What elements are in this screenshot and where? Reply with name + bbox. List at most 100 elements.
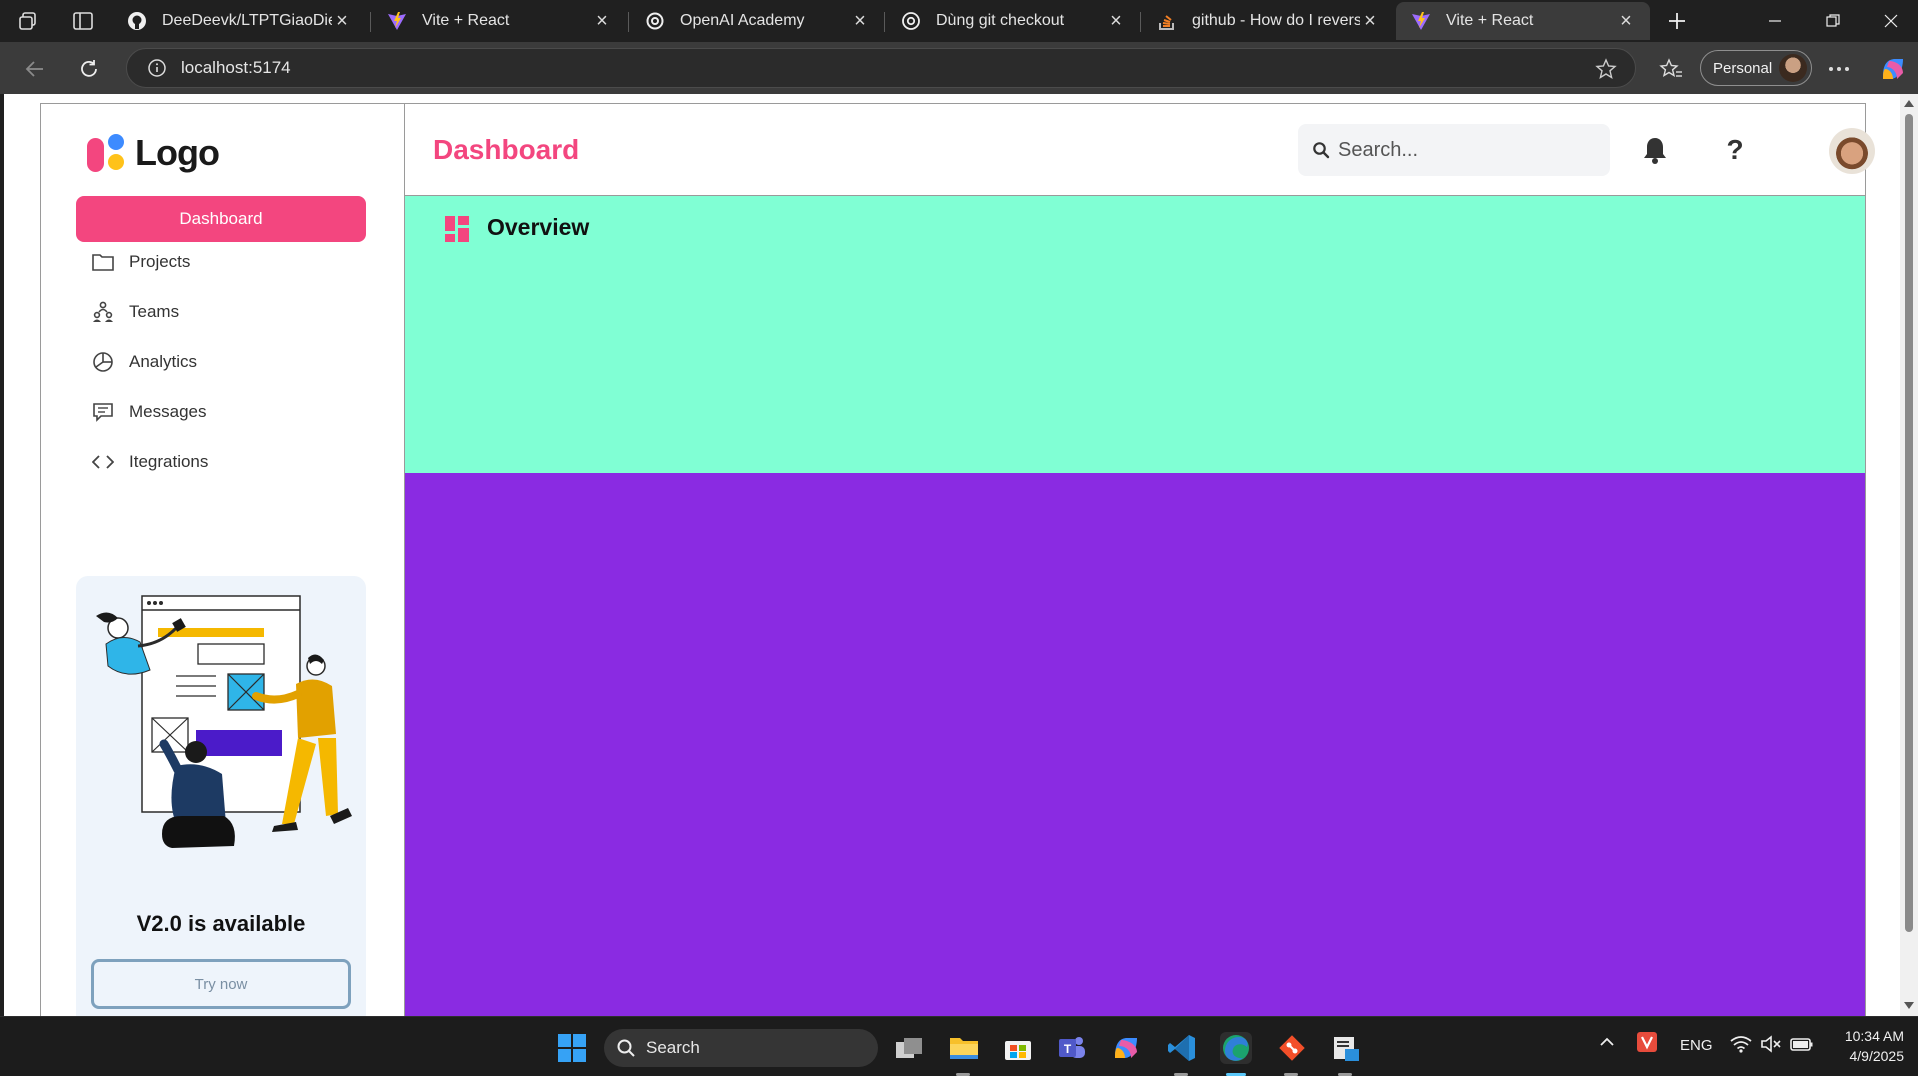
search-box[interactable] — [1298, 124, 1610, 176]
volume-muted-icon[interactable] — [1760, 1035, 1782, 1057]
tab-title: github - How do I reverse a — [1192, 12, 1360, 29]
workspaces-icon[interactable] — [18, 10, 42, 32]
browser-toolbar: localhost:5174 Personal — [0, 42, 1918, 94]
page-scrollbar[interactable] — [1900, 94, 1918, 1016]
taskbar-search-label: Search — [646, 1038, 700, 1057]
minimize-icon[interactable] — [1752, 6, 1798, 36]
code-icon — [91, 450, 115, 474]
upgrade-promo-card: V2.0 is available Try now — [76, 576, 366, 1016]
sidebar-item-label: Messages — [129, 402, 207, 421]
search-input[interactable] — [1338, 138, 1578, 162]
overview-section: Overview — [405, 196, 1865, 473]
vite-icon — [1410, 10, 1432, 32]
top-header: Dashboard ? — [405, 104, 1875, 196]
windows-start-icon[interactable] — [556, 1032, 588, 1064]
content-area — [405, 473, 1865, 1016]
git-gui-icon[interactable] — [1276, 1032, 1308, 1064]
back-arrow-icon[interactable] — [18, 52, 52, 86]
sidebar-item-analytics[interactable]: Analytics — [91, 347, 197, 377]
tab-title: DeeDeevk/LTPTGiaoDien_N — [162, 12, 332, 29]
system-clock[interactable]: 10:34 AM 4/9/2025 — [1820, 1026, 1904, 1066]
sidebar-item-label: Analytics — [129, 352, 198, 371]
browser-tab-active[interactable]: Vite + React × — [1396, 2, 1650, 40]
browser-tab[interactable]: github - How do I reverse a × — [1142, 2, 1394, 40]
url-text[interactable]: localhost:5174 — [181, 58, 291, 78]
main-content: Dashboard ? Overview — [405, 104, 1875, 1016]
stackoverflow-icon — [1156, 10, 1178, 32]
tab-actions-icon[interactable] — [72, 10, 96, 32]
favorite-star-icon[interactable] — [1595, 58, 1617, 85]
battery-icon[interactable] — [1790, 1035, 1814, 1057]
clock-date: 4/9/2025 — [1849, 1048, 1905, 1064]
vite-icon — [386, 10, 408, 32]
sidebar-item-messages[interactable]: Messages — [91, 397, 206, 427]
close-icon[interactable]: × — [850, 10, 870, 33]
scroll-down-icon[interactable] — [1904, 1002, 1914, 1009]
teams-icon — [91, 300, 115, 324]
team-illustration — [96, 595, 352, 848]
language-indicator[interactable]: ENG — [1680, 1037, 1713, 1054]
vivaldi-tray-icon[interactable] — [1636, 1031, 1658, 1057]
favorites-icon[interactable] — [1654, 52, 1688, 86]
show-hidden-icons-icon[interactable] — [1598, 1033, 1616, 1055]
sidebar-item-teams[interactable]: Teams — [91, 297, 179, 327]
sidebar-item-dashboard[interactable]: Dashboard — [76, 196, 366, 242]
sidebar-item-label: Projects — [129, 252, 191, 271]
scroll-up-icon[interactable] — [1904, 100, 1914, 107]
avatar[interactable] — [1829, 128, 1875, 174]
refresh-icon[interactable] — [72, 52, 106, 86]
clock-time: 10:34 AM — [1844, 1028, 1904, 1044]
more-options-icon[interactable] — [1822, 52, 1856, 86]
wifi-icon[interactable] — [1730, 1035, 1752, 1057]
site-info-icon[interactable] — [147, 58, 167, 78]
folder-icon — [91, 250, 115, 274]
tab-title: Vite + React — [1446, 12, 1534, 29]
browser-tab[interactable]: Vite + React × — [372, 2, 626, 40]
close-icon[interactable]: × — [592, 10, 612, 33]
copilot-icon[interactable] — [1876, 52, 1910, 86]
search-icon — [616, 1038, 636, 1058]
windows-taskbar: Search T ENG 10:34 AM 4/9/2025 — [0, 1016, 1918, 1076]
taskbar-search[interactable]: Search — [604, 1029, 878, 1067]
globe-icon — [900, 10, 922, 32]
browser-tab[interactable]: Dùng git checkout × — [886, 2, 1140, 40]
close-icon[interactable]: × — [1360, 10, 1380, 33]
promo-heading: V2.0 is available — [136, 911, 306, 936]
tab-title: OpenAI Academy — [680, 12, 805, 29]
page-title: Dashboard — [433, 134, 580, 165]
browser-tab-strip: DeeDeevk/LTPTGiaoDien_N × Vite + React ×… — [0, 0, 1918, 42]
overview-title: Overview — [487, 214, 590, 240]
installer-icon[interactable] — [1330, 1032, 1362, 1064]
svg-text:T: T — [1064, 1042, 1072, 1056]
profile-button[interactable]: Personal — [1700, 50, 1812, 86]
sidebar-item-integrations[interactable]: Itegrations — [91, 447, 208, 477]
pie-chart-icon — [91, 350, 115, 374]
microsoft-store-icon[interactable] — [1002, 1032, 1034, 1064]
bell-icon[interactable] — [1639, 134, 1671, 166]
task-view-icon[interactable] — [894, 1032, 926, 1064]
sidebar: Logo Dashboard Projects Teams Analytics … — [41, 104, 405, 1016]
scrollbar-thumb[interactable] — [1905, 114, 1913, 932]
close-icon[interactable]: × — [332, 10, 352, 33]
vscode-icon[interactable] — [1166, 1032, 1198, 1064]
browser-tab[interactable]: OpenAI Academy × — [630, 2, 884, 40]
edge-icon[interactable] — [1220, 1032, 1252, 1064]
openai-icon — [644, 10, 666, 32]
browser-tab[interactable]: DeeDeevk/LTPTGiaoDien_N × — [112, 2, 366, 40]
copilot-app-icon[interactable] — [1110, 1032, 1142, 1064]
close-icon[interactable]: × — [1106, 10, 1126, 33]
close-window-icon[interactable] — [1868, 6, 1914, 36]
teams-app-icon[interactable]: T — [1056, 1032, 1088, 1064]
new-tab-icon[interactable] — [1666, 10, 1690, 32]
close-icon[interactable]: × — [1616, 10, 1636, 33]
logo[interactable]: Logo — [85, 132, 220, 174]
github-icon — [126, 10, 148, 32]
file-explorer-icon[interactable] — [948, 1032, 980, 1064]
restore-icon[interactable] — [1810, 6, 1856, 36]
sidebar-item-label: Teams — [129, 302, 180, 321]
address-bar[interactable]: localhost:5174 — [126, 48, 1636, 88]
sidebar-item-projects[interactable]: Projects — [91, 247, 190, 277]
help-icon[interactable]: ? — [1719, 134, 1751, 166]
page-viewport: Logo Dashboard Projects Teams Analytics … — [4, 94, 1900, 1016]
try-now-button[interactable]: Try now — [91, 959, 351, 1009]
